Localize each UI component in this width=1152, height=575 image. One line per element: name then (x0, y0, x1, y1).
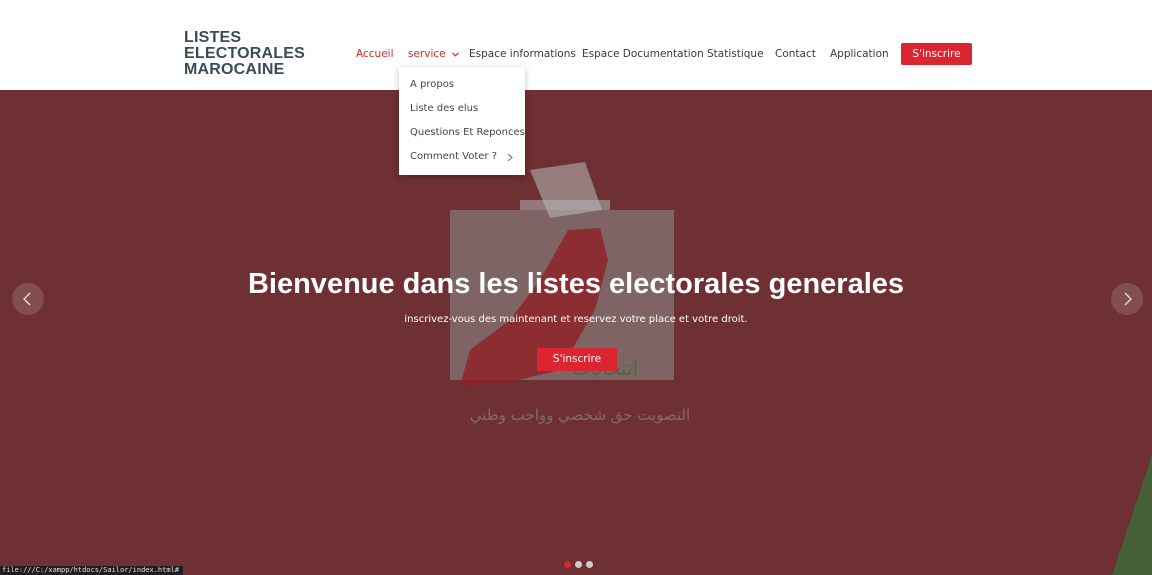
chevron-left-icon (23, 292, 31, 306)
hero-carousel: انتخابات التصويت حق شخصي وواجب وطني Bien… (0, 90, 1152, 575)
logo-line-2: ELECTORALES (184, 45, 306, 62)
dropdown-item-questions-reponces[interactable]: Questions Et Reponces (410, 126, 525, 140)
nav-item-service[interactable]: service (408, 46, 459, 62)
dropdown-item-liste-des-elus[interactable]: Liste des elus (410, 102, 478, 116)
ballot-box-illustration: انتخابات التصويت حق شخصي وواجب وطني (450, 162, 690, 425)
dropdown-item-comment-voter[interactable]: Comment Voter ? (410, 150, 497, 164)
carousel-dot-1[interactable] (564, 561, 571, 568)
site-header: LISTES ELECTORALES MAROCAINE Accueil ser… (0, 0, 1152, 90)
nav-item-application[interactable]: Application (830, 46, 889, 62)
chevron-right-icon (1124, 292, 1132, 306)
nav-item-statistique[interactable]: Statistique (707, 46, 764, 62)
hero-title: Bienvenue dans les listes electorales ge… (247, 268, 905, 300)
nav-item-accueil[interactable]: Accueil (356, 46, 394, 62)
logo-line-3: MAROCAINE (184, 61, 285, 78)
carousel-prev-button[interactable] (12, 283, 44, 315)
browser-status-url: file:///C:/xampp/htdocs/Sailor/index.htm… (0, 566, 184, 575)
nav-item-espace-documentation[interactable]: Espace Documentation (582, 46, 704, 62)
dropdown-item-a-propos[interactable]: A propos (410, 78, 454, 92)
nav-item-contact[interactable]: Contact (775, 46, 816, 62)
chevron-right-icon (507, 153, 513, 162)
illustration-slogan: التصويت حق شخصي وواجب وطني (470, 406, 690, 425)
hero-subtitle: inscrivez-vous des maintenant et reserve… (404, 314, 748, 325)
corner-decoration (1112, 455, 1152, 575)
carousel-dot-2[interactable] (575, 561, 582, 568)
nav-item-espace-informations[interactable]: Espace informations (469, 46, 576, 62)
service-dropdown-menu: A propos Liste des elus Questions Et Rep… (399, 67, 525, 175)
site-logo[interactable]: LISTES ELECTORALES MAROCAINE (184, 30, 305, 78)
signup-button[interactable]: S'inscrire (901, 43, 972, 65)
nav-item-service-label: service (408, 48, 446, 60)
logo-line-1: LISTES (184, 29, 242, 46)
chevron-down-icon (452, 51, 459, 57)
carousel-next-button[interactable] (1111, 283, 1143, 315)
carousel-dot-3[interactable] (586, 561, 593, 568)
hero-signup-button[interactable]: S'inscrire (537, 348, 617, 371)
